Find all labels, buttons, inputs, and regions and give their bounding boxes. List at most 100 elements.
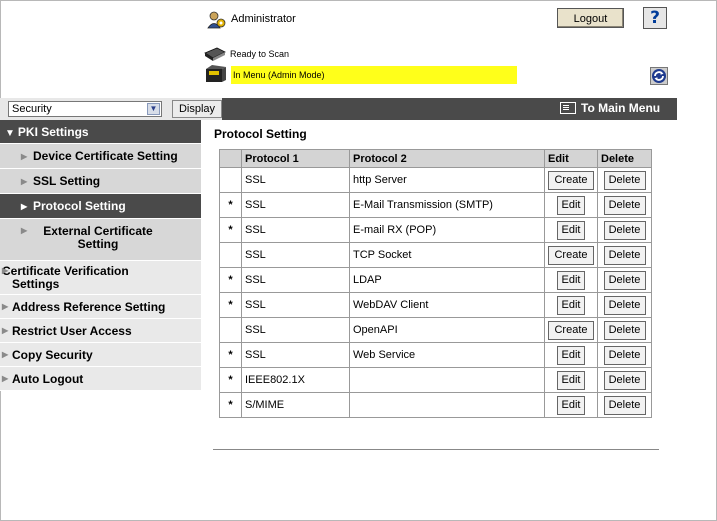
edit-cell: Edit — [544, 367, 598, 393]
sidebar-item-label: Protocol Setting — [33, 199, 126, 213]
delete-cell: Delete — [597, 192, 652, 218]
protocol-1-cell: IEEE802.1X — [241, 367, 350, 393]
triangle-right-icon: ▶ — [21, 152, 28, 161]
edit-cell: Edit — [544, 267, 598, 293]
main-menu-icon — [560, 102, 576, 114]
sidebar-item-label: Certificate Verification Settings — [2, 264, 129, 291]
required-marker: * — [219, 342, 242, 368]
edit-button[interactable]: Edit — [557, 295, 585, 315]
edit-button[interactable]: Edit — [557, 370, 585, 390]
required-marker: * — [219, 267, 242, 293]
category-select[interactable]: Security ▼ — [8, 101, 162, 117]
sidebar-item-label: PKI Settings — [17, 125, 89, 139]
protocol-2-cell: E-Mail Transmission (SMTP) — [349, 192, 545, 218]
column-header — [219, 149, 242, 168]
administrator-label: Administrator — [231, 13, 296, 25]
sidebar-item-label: Device Certificate Setting — [33, 149, 178, 163]
table-header-row: Protocol 1 Protocol 2 Edit Delete — [219, 149, 652, 168]
protocol-2-cell: WebDAV Client — [349, 292, 545, 318]
main-menu-label: To Main Menu — [581, 101, 661, 115]
protocol-1-cell: SSL — [241, 267, 350, 293]
edit-button[interactable]: Edit — [557, 395, 585, 415]
triangle-right-icon: ▶ — [21, 226, 28, 235]
delete-button[interactable]: Delete — [603, 170, 646, 190]
table-row: * SSL LDAP Edit Delete — [219, 267, 652, 293]
delete-cell: Delete — [597, 242, 652, 268]
protocol-2-cell: E-mail RX (POP) — [349, 217, 545, 243]
triangle-right-icon: ▶ — [2, 266, 9, 275]
edit-button[interactable]: Edit — [557, 270, 585, 290]
sidebar-item-label: Copy Security — [12, 348, 93, 362]
display-button[interactable]: Display — [172, 100, 222, 118]
delete-button[interactable]: Delete — [603, 270, 646, 290]
delete-button[interactable]: Delete — [603, 395, 646, 415]
protocol-1-cell: SSL — [241, 217, 350, 243]
sidebar-item-label: External Certificate Setting — [43, 224, 153, 251]
machine-icon — [206, 65, 226, 82]
sidebar-item-copy-security[interactable]: ▶ Copy Security — [0, 343, 201, 367]
protocol-2-cell — [349, 392, 545, 418]
edit-cell: Create — [544, 242, 598, 268]
delete-button[interactable]: Delete — [603, 220, 646, 240]
create-button[interactable]: Create — [548, 245, 594, 265]
administrator-icon — [207, 11, 226, 29]
help-button[interactable]: ? — [643, 7, 667, 29]
required-marker — [219, 167, 242, 193]
sidebar-item-auto-logout[interactable]: ▶ Auto Logout — [0, 367, 201, 391]
protocol-1-cell: SSL — [241, 292, 350, 318]
status-ready-text: Ready to Scan — [230, 49, 290, 59]
edit-cell: Create — [544, 317, 598, 343]
sidebar-item-external-certificate[interactable]: ▶ External Certificate Setting — [0, 219, 201, 261]
edit-cell: Edit — [544, 342, 598, 368]
sidebar-item-pki-settings[interactable]: ▼ PKI Settings — [0, 120, 201, 144]
status-menu-text: In Menu (Admin Mode) — [233, 70, 325, 80]
protocol-2-cell: LDAP — [349, 267, 545, 293]
protocol-1-cell: SSL — [241, 242, 350, 268]
delete-button[interactable]: Delete — [603, 295, 646, 315]
logout-button[interactable]: Logout — [557, 8, 624, 28]
protocol-1-cell: SSL — [241, 342, 350, 368]
sidebar-item-label: Auto Logout — [12, 372, 84, 386]
delete-button[interactable]: Delete — [603, 245, 646, 265]
protocol-2-cell: TCP Socket — [349, 242, 545, 268]
refresh-button[interactable] — [650, 67, 668, 85]
table-row: * SSL WebDAV Client Edit Delete — [219, 292, 652, 318]
delete-button[interactable]: Delete — [603, 345, 646, 365]
required-marker: * — [219, 192, 242, 218]
sidebar-item-protocol-setting[interactable]: ▶ Protocol Setting — [0, 194, 201, 219]
edit-cell: Edit — [544, 192, 598, 218]
main-menu-link[interactable]: To Main Menu — [560, 101, 660, 115]
edit-cell: Create — [544, 167, 598, 193]
sidebar-item-address-reference[interactable]: ▶ Address Reference Setting — [0, 295, 201, 319]
protocol-table-body: SSL http Server Create Delete * SSL E-Mail Tra… — [219, 167, 652, 418]
triangle-down-icon: ▼ — [5, 128, 15, 139]
delete-button[interactable]: Delete — [603, 320, 646, 340]
edit-button[interactable]: Edit — [557, 220, 585, 240]
edit-button[interactable]: Edit — [557, 345, 585, 365]
triangle-right-icon: ▶ — [2, 350, 9, 359]
sidebar-item-label: Address Reference Setting — [12, 300, 166, 314]
create-button[interactable]: Create — [548, 170, 594, 190]
delete-button[interactable]: Delete — [603, 370, 646, 390]
table-row: SSL TCP Socket Create Delete — [219, 242, 652, 268]
table-row: SSL http Server Create Delete — [219, 167, 652, 193]
sidebar-item-restrict-user-access[interactable]: ▶ Restrict User Access — [0, 319, 201, 343]
protocol-2-cell: OpenAPI — [349, 317, 545, 343]
table-row: * SSL E-Mail Transmission (SMTP) Edit Delete — [219, 192, 652, 218]
delete-button[interactable]: Delete — [603, 195, 646, 215]
category-select-value: Security — [12, 103, 52, 115]
column-header: Protocol 2 — [349, 149, 545, 168]
triangle-right-icon: ▶ — [2, 302, 9, 311]
divider — [213, 449, 659, 450]
delete-cell: Delete — [597, 342, 652, 368]
page-title: Protocol Setting — [214, 127, 307, 141]
create-button[interactable]: Create — [548, 320, 594, 340]
table-row: * IEEE802.1X Edit Delete — [219, 367, 652, 393]
sidebar-item-device-certificate[interactable]: ▶ Device Certificate Setting — [0, 144, 201, 169]
refresh-icon — [652, 69, 666, 83]
sidebar-item-ssl-setting[interactable]: ▶ SSL Setting — [0, 169, 201, 194]
sidebar-item-certificate-verification[interactable]: ▶ Certificate Verification Settings — [0, 261, 201, 295]
edit-button[interactable]: Edit — [557, 195, 585, 215]
sidebar-item-label: Restrict User Access — [12, 324, 132, 338]
required-marker — [219, 242, 242, 268]
